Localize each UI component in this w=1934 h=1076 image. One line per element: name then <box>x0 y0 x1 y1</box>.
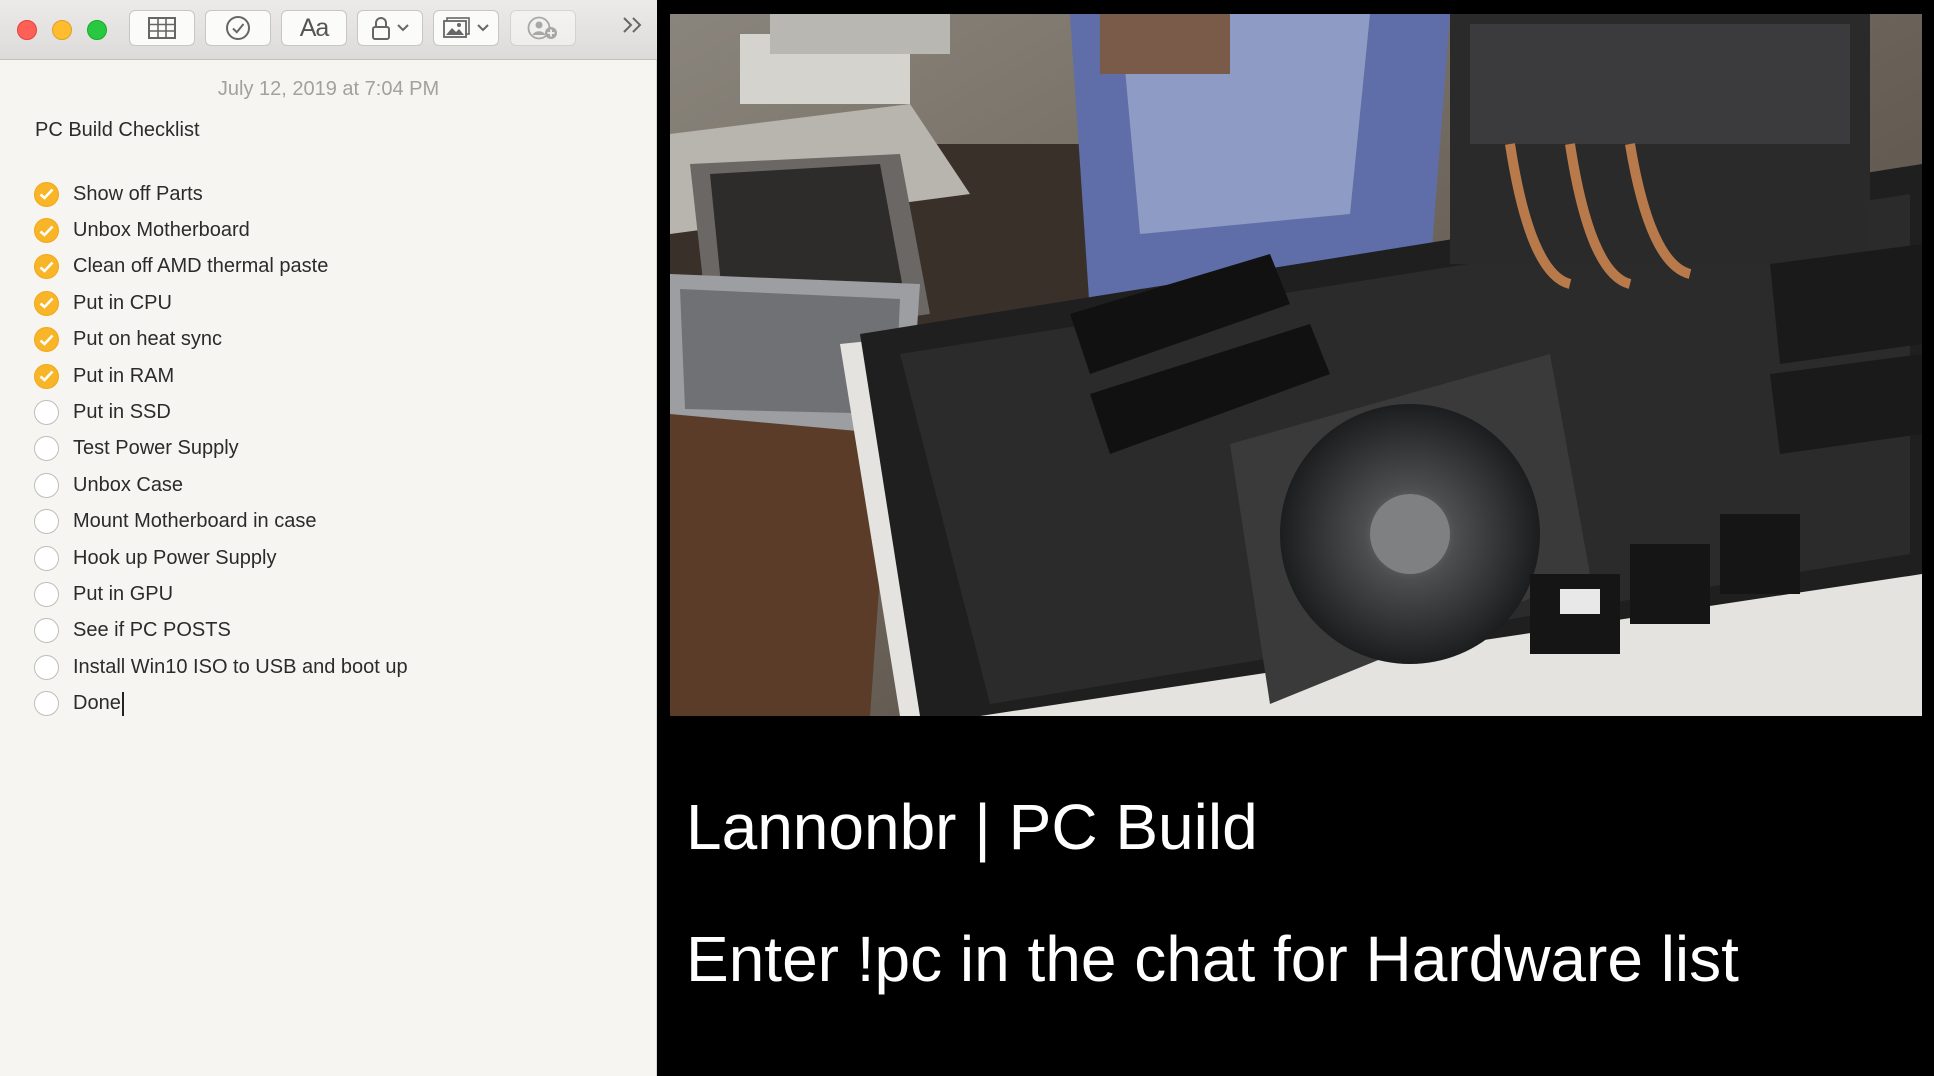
unchecked-circle-icon[interactable] <box>34 509 59 535</box>
format-icon: Aa <box>299 13 330 42</box>
chevron-down-icon <box>477 24 489 32</box>
lock-button[interactable] <box>357 10 423 46</box>
checklist-item: Install Win10 ISO to USB and boot up <box>34 649 408 685</box>
unchecked-circle-icon[interactable] <box>34 545 59 571</box>
checklist-item: Test Power Supply <box>34 431 408 467</box>
unchecked-circle-icon[interactable] <box>34 581 59 607</box>
checklist-button[interactable] <box>205 10 271 46</box>
checklist-item-label[interactable]: Show off Parts <box>73 183 203 206</box>
add-people-icon <box>527 16 557 40</box>
media-icon <box>443 17 470 38</box>
checked-circle-icon[interactable] <box>34 218 59 244</box>
checked-circle-icon[interactable] <box>34 254 59 280</box>
unchecked-circle-icon[interactable] <box>34 618 59 644</box>
unchecked-circle-icon[interactable] <box>34 400 59 426</box>
unchecked-circle-icon[interactable] <box>34 654 59 680</box>
checklist-item: Put in RAM <box>34 358 408 394</box>
checklist-item-label[interactable]: Install Win10 ISO to USB and boot up <box>73 656 408 679</box>
checklist-item: See if PC POSTS <box>34 613 408 649</box>
checklist-item: Put in CPU <box>34 285 408 321</box>
checklist-item-label[interactable]: Unbox Case <box>73 474 183 497</box>
stream-subtitle: Enter !pc in the chat for Hardware list <box>686 923 1739 995</box>
checklist-item-label[interactable]: Put in CPU <box>73 292 172 315</box>
window-close-button[interactable] <box>17 20 37 40</box>
checklist: Show off Parts Unbox Motherboard Clean off… <box>34 176 408 722</box>
checklist-item-label[interactable]: Done <box>73 692 121 715</box>
checklist-item-label[interactable]: See if PC POSTS <box>73 619 231 642</box>
webcam-image <box>670 14 1922 716</box>
checklist-item: Clean off AMD thermal paste <box>34 249 408 285</box>
checklist-item-label[interactable]: Put in RAM <box>73 365 174 388</box>
note-title[interactable]: PC Build Checklist <box>35 119 200 142</box>
checklist-item-label[interactable]: Clean off AMD thermal paste <box>73 255 328 278</box>
checklist-item: Put on heat sync <box>34 322 408 358</box>
checked-circle-icon[interactable] <box>34 363 59 389</box>
checklist-item-label[interactable]: Unbox Motherboard <box>73 219 250 242</box>
window-minimize-button[interactable] <box>52 20 72 40</box>
format-button[interactable]: Aa <box>281 10 347 46</box>
unchecked-circle-icon[interactable] <box>34 472 59 498</box>
media-button[interactable] <box>433 10 499 46</box>
unchecked-circle-icon[interactable] <box>34 691 59 717</box>
more-icon[interactable] <box>622 14 644 42</box>
checklist-item: Mount Motherboard in case <box>34 504 408 540</box>
checklist-item-label[interactable]: Hook up Power Supply <box>73 547 276 570</box>
add-people-button[interactable] <box>510 10 576 46</box>
checklist-item-label[interactable]: Test Power Supply <box>73 437 239 460</box>
checklist-item: Show off Parts <box>34 176 408 212</box>
webcam-feed <box>670 14 1922 716</box>
checklist-item: Put in GPU <box>34 576 408 612</box>
unchecked-circle-icon[interactable] <box>34 436 59 462</box>
checked-circle-icon[interactable] <box>34 181 59 207</box>
checklist-item: Done <box>34 685 408 721</box>
checklist-item: Unbox Motherboard <box>34 212 408 248</box>
notes-toolbar: Aa <box>0 0 657 60</box>
notes-window: Aa July 12, 2019 at 7:04 PM PC Build Che… <box>0 0 657 1076</box>
checklist-item-label[interactable]: Mount Motherboard in case <box>73 510 316 533</box>
checklist-item: Put in SSD <box>34 394 408 430</box>
checklist-item: Unbox Case <box>34 467 408 503</box>
checklist-icon <box>226 16 250 40</box>
checked-circle-icon[interactable] <box>34 290 59 316</box>
note-date: July 12, 2019 at 7:04 PM <box>217 78 440 100</box>
checklist-item-label[interactable]: Put in SSD <box>73 401 171 424</box>
checklist-item: Hook up Power Supply <box>34 540 408 576</box>
stream-title: Lannonbr | PC Build <box>686 791 1258 863</box>
text-cursor <box>121 691 124 716</box>
lock-icon <box>372 17 390 40</box>
window-zoom-button[interactable] <box>87 20 107 40</box>
checklist-item-label[interactable]: Put in GPU <box>73 583 173 606</box>
checked-circle-icon[interactable] <box>34 327 59 353</box>
table-button[interactable] <box>129 10 195 46</box>
checklist-item-label[interactable]: Put on heat sync <box>73 328 222 351</box>
sidebar-table-icon <box>148 17 176 39</box>
chevron-down-icon <box>397 24 409 32</box>
